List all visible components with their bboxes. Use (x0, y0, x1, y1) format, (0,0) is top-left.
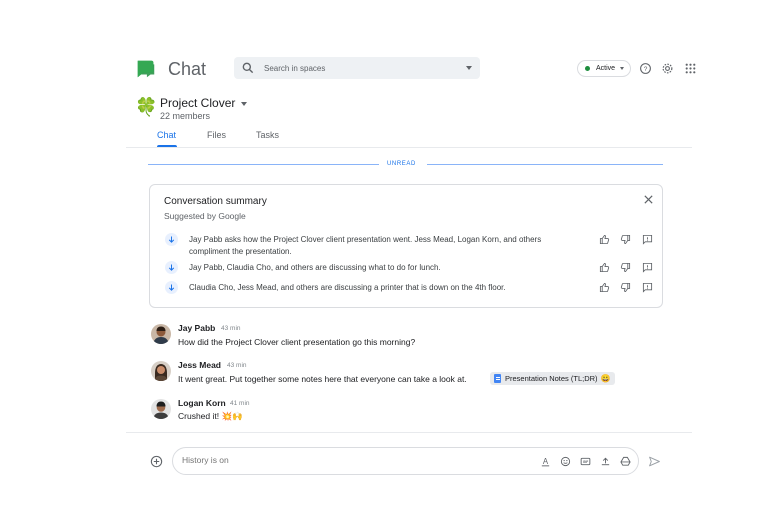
summary-item-jump-button[interactable] (165, 281, 178, 294)
emoji-reaction: 😀 (600, 374, 611, 383)
message-timestamp: 43 min (221, 325, 241, 332)
message-timestamp: 43 min (227, 362, 247, 369)
search-input[interactable]: Search in spaces (264, 64, 466, 73)
search-icon (242, 62, 254, 74)
svg-text:A: A (543, 457, 549, 466)
chevron-down-icon[interactable] (241, 102, 247, 106)
space-clover-icon: 🍀 (135, 97, 158, 117)
message-author[interactable]: Logan Korn (178, 398, 226, 408)
message-text: Crushed it! 💥🙌 (178, 411, 243, 421)
avatar[interactable] (151, 361, 171, 381)
members-count[interactable]: 22 members (160, 111, 210, 121)
arrow-down-icon (168, 284, 175, 291)
add-circle-icon[interactable] (150, 455, 163, 468)
search-options-icon[interactable] (466, 66, 472, 70)
status-selector[interactable]: Active (577, 60, 631, 77)
google-docs-icon (494, 374, 501, 383)
google-chat-logo-icon (137, 60, 155, 78)
arrow-down-icon (168, 236, 175, 243)
avatar[interactable] (151, 324, 171, 344)
divider (126, 147, 692, 148)
help-icon[interactable]: ? (639, 62, 652, 75)
divider (126, 432, 692, 433)
thumbs-down-icon[interactable] (620, 262, 631, 273)
svg-text:GIF: GIF (583, 460, 588, 464)
unread-label: UNREAD (387, 161, 416, 167)
tab-files[interactable]: Files (207, 130, 226, 140)
settings-gear-icon[interactable] (661, 62, 674, 75)
attachment-chip[interactable]: Presentation Notes (TL;DR) 😀 (490, 372, 615, 385)
app-title: Chat (168, 59, 207, 79)
send-icon[interactable] (648, 455, 661, 468)
avatar[interactable] (151, 399, 171, 419)
attachment-title: Presentation Notes (TL;DR) (505, 374, 598, 383)
message-timestamp: 41 min (230, 400, 250, 407)
tab-chat[interactable]: Chat (157, 130, 176, 140)
message-text: How did the Project Clover client presen… (178, 337, 416, 347)
message-author[interactable]: Jess Mead (178, 360, 221, 370)
unread-divider-right (427, 164, 663, 165)
feedback-icon[interactable] (642, 282, 653, 293)
thumbs-down-icon[interactable] (620, 234, 631, 245)
message-text: It went great. Put together some notes h… (178, 374, 467, 384)
message-input[interactable] (182, 455, 482, 465)
summary-item-text: Claudia Cho, Jess Mead, and others are d… (189, 283, 506, 292)
thumbs-up-icon[interactable] (599, 234, 610, 245)
thumbs-up-icon[interactable] (599, 282, 610, 293)
summary-item-text: Jay Pabb, Claudia Cho, and others are di… (189, 263, 441, 272)
tab-tasks[interactable]: Tasks (256, 130, 279, 140)
summary-item-jump-button[interactable] (165, 261, 178, 274)
status-dot-icon (585, 66, 590, 71)
gif-icon[interactable]: GIF (580, 456, 591, 467)
unread-divider-left (148, 164, 379, 165)
summary-item-text: Jay Pabb asks how the Project Clover cli… (189, 235, 542, 256)
text-format-icon[interactable]: A (540, 456, 551, 467)
arrow-down-icon (168, 264, 175, 271)
feedback-icon[interactable] (642, 234, 653, 245)
thumbs-down-icon[interactable] (620, 282, 631, 293)
message-author[interactable]: Jay Pabb (178, 323, 215, 333)
summary-item-jump-button[interactable] (165, 233, 178, 246)
apps-grid-icon[interactable] (684, 62, 697, 75)
summary-title: Conversation summary (164, 196, 267, 207)
thumbs-up-icon[interactable] (599, 262, 610, 273)
space-name[interactable]: Project Clover (160, 96, 235, 110)
google-drive-icon[interactable] (620, 456, 631, 467)
chevron-down-icon (620, 67, 625, 70)
emoji-icon[interactable] (560, 456, 571, 467)
feedback-icon[interactable] (642, 262, 653, 273)
summary-subtitle: Suggested by Google (164, 211, 246, 221)
close-icon[interactable] (643, 194, 654, 205)
search-bar[interactable]: Search in spaces (234, 57, 480, 79)
upload-icon[interactable] (600, 456, 611, 467)
status-label: Active (596, 65, 616, 72)
svg-text:?: ? (644, 66, 648, 73)
